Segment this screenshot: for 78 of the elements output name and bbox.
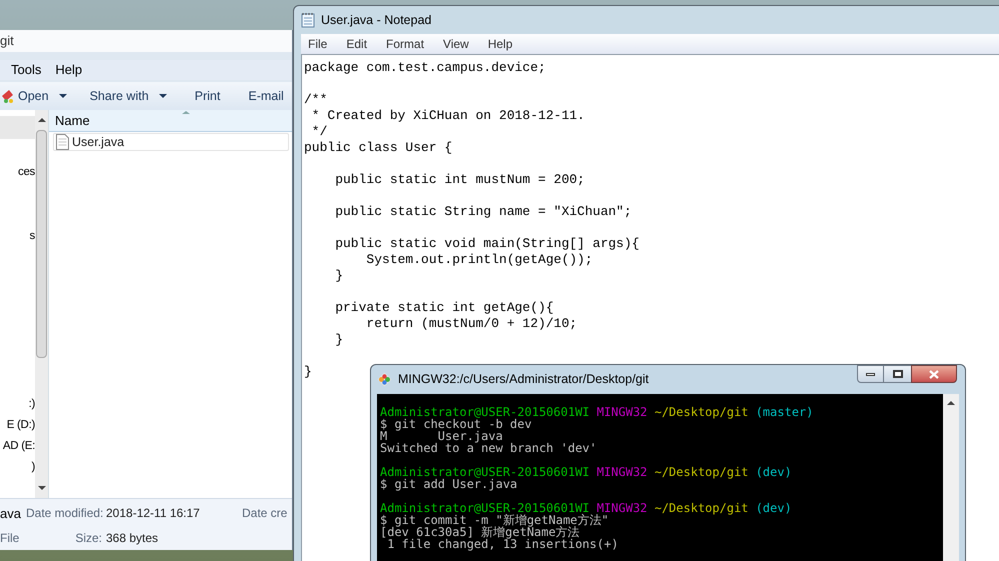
scroll-up-icon[interactable] xyxy=(947,401,955,405)
terminal-text: (master) xyxy=(756,406,814,418)
file-list-item[interactable]: User.java xyxy=(53,133,289,151)
terminal-text: MINGW32 xyxy=(596,502,648,514)
toolbar-button[interactable]: Share with xyxy=(84,84,172,108)
terminal-text: ~/Desktop/git xyxy=(654,406,748,418)
field-value: 2018-12-11 16:17 xyxy=(106,505,201,522)
code-line: } xyxy=(334,268,344,283)
code-line: private static int getAge(){ xyxy=(334,300,554,315)
code-line: */ xyxy=(310,124,328,139)
git-logo-icon xyxy=(377,372,392,387)
scrollbar[interactable] xyxy=(35,110,48,498)
terminal-text: Administrator@USER-20150601WI xyxy=(380,502,590,514)
nav-item[interactable]: s xyxy=(30,228,35,246)
minimize-button[interactable] xyxy=(857,365,884,383)
menu-item[interactable]: File xyxy=(308,35,328,53)
code-line: System.out.println(getAge()); xyxy=(365,252,593,267)
code-line: /** xyxy=(304,92,328,107)
menu-item[interactable]: Tools xyxy=(11,60,42,80)
terminal-text: Switched to a new branch 'dev' xyxy=(380,442,597,454)
menu-item[interactable]: Format xyxy=(386,35,424,53)
nav-item[interactable]: E (D:) xyxy=(6,417,35,434)
terminal-text: ~/Desktop/git xyxy=(654,466,748,478)
menu-item[interactable]: Help xyxy=(488,35,513,53)
window-title: User.java - Notepad xyxy=(321,12,432,29)
column-header[interactable]: Name xyxy=(49,110,292,132)
address-bar-text: git xyxy=(0,32,14,50)
dropdown-arrow-icon xyxy=(58,94,67,98)
file-name: ava xyxy=(0,504,22,522)
close-button[interactable] xyxy=(911,365,957,383)
terminal-text: (dev) xyxy=(756,466,792,478)
code-line: return (mustNum/0 + 12)/10; xyxy=(365,316,578,331)
nav-item[interactable]: :) xyxy=(28,396,35,414)
code-line: package com.test.campus.device; xyxy=(304,60,546,75)
scrollbar[interactable] xyxy=(943,394,959,561)
code-line: public class User { xyxy=(304,140,452,155)
scroll-down-icon[interactable] xyxy=(38,486,46,490)
terminal-text: Administrator@USER-20150601WI xyxy=(380,406,590,418)
terminal-text: $ git commit -m "新增getName方法" xyxy=(380,514,609,526)
scroll-thumb[interactable] xyxy=(36,130,47,358)
notepad-icon xyxy=(301,12,315,28)
toolbar-button[interactable]: Open xyxy=(0,84,85,108)
nav-item[interactable]: AD (E: xyxy=(2,438,35,456)
menu-item[interactable]: Help xyxy=(55,60,82,80)
menu-item[interactable]: Edit xyxy=(346,35,368,53)
toolbar-button[interactable]: E-mail xyxy=(243,84,289,108)
document-icon xyxy=(56,134,69,150)
code-line: * Created by XiCHuan on 2018-12-11. xyxy=(310,108,585,123)
code-line: public static String name = "XiChuan"; xyxy=(334,204,632,219)
terminal-text: 1 file changed, 13 insertions(+) xyxy=(387,538,618,550)
field-label: Date cre xyxy=(241,505,288,522)
terminal-text: (dev) xyxy=(756,502,792,514)
nav-item[interactable]: ) xyxy=(31,459,35,476)
terminal-text: [dev 61c30a5] 新增getName方法 xyxy=(380,526,580,538)
window-title: MINGW32:/c/Users/Administrator/Desktop/git xyxy=(398,371,649,388)
code-line: } xyxy=(304,364,312,379)
nav-item[interactable]: ces xyxy=(18,164,35,182)
terminal-text: $ git checkout -b dev xyxy=(380,418,532,430)
sort-icon xyxy=(182,111,190,114)
file-type: File xyxy=(0,530,20,547)
terminal-text: MINGW32 xyxy=(596,406,648,418)
toolbar-button[interactable]: Print xyxy=(190,84,226,108)
field-value: 368 bytes xyxy=(106,530,160,547)
terminal-text: ~/Desktop/git xyxy=(654,502,748,514)
terminal-text: M User.java xyxy=(380,430,503,442)
field-label: Size: xyxy=(74,530,103,547)
field-label: Date modified: xyxy=(26,505,104,522)
close-icon xyxy=(929,370,939,378)
code-line: public static int mustNum = 200; xyxy=(334,172,585,187)
terminal-text: $ git add User.java xyxy=(380,478,518,490)
terminal-text: MINGW32 xyxy=(596,466,648,478)
nav-selection xyxy=(0,116,35,139)
dropdown-arrow-icon xyxy=(158,94,167,98)
terminal-text: Administrator@USER-20150601WI xyxy=(380,466,590,478)
code-line: } xyxy=(334,332,344,347)
menu-item[interactable]: View xyxy=(443,35,469,53)
code-line: public static void main(String[] args){ xyxy=(334,236,640,251)
maximize-button[interactable] xyxy=(884,365,911,383)
